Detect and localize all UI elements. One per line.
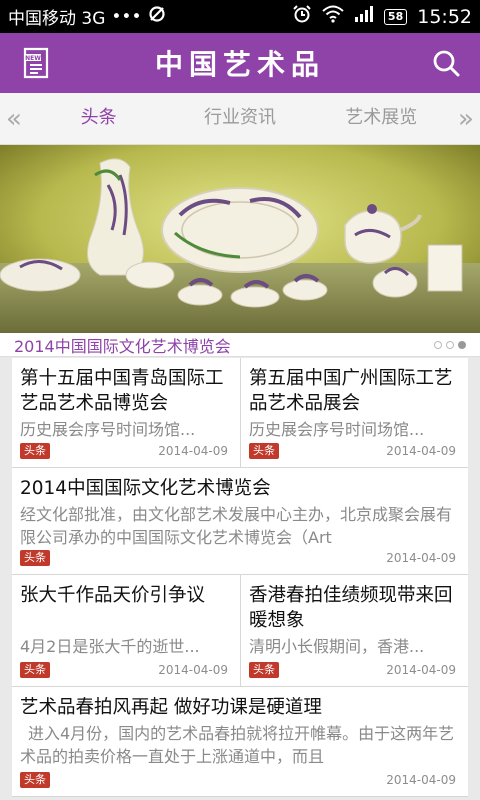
carrier-label: 中国移动 3G	[8, 9, 106, 29]
headline-tag: 头条	[20, 550, 50, 566]
headline-tag: 头条	[20, 443, 50, 459]
carousel-indicator	[434, 340, 466, 349]
tab-bar: « 头条 行业资讯 艺术展览 »	[0, 93, 480, 145]
news-card[interactable]: 第十五届中国青岛国际工艺品艺术品博览会 历史展会序号时间场馆... 头条 201…	[12, 358, 240, 467]
news-summary: 经文化部批准，由文化部艺术发展中心主办，北京成聚会展有限公司承办的中国国际文化艺…	[20, 505, 453, 547]
news-row: 张大千作品天价引争议 4月2日是张大千的逝世... 头条 2014-04-09 …	[12, 575, 468, 687]
tab-industry-news[interactable]: 行业资讯	[169, 93, 310, 145]
news-card[interactable]: 第五届中国广州国际工艺品艺术品展会 历史展会序号时间场馆... 头条 2014-…	[240, 358, 468, 467]
banner-caption-bar: 2014中国国际文化艺术博览会	[0, 333, 480, 357]
news-card[interactable]: 张大千作品天价引争议 4月2日是张大千的逝世... 头条 2014-04-09	[12, 575, 240, 686]
news-title: 香港春拍佳绩频现带来回暖想象	[249, 585, 453, 631]
news-card[interactable]: 香港春拍佳绩频现带来回暖想象 清明小长假期间，香港... 头条 2014-04-…	[240, 575, 468, 686]
new-document-icon: NEW	[23, 47, 49, 79]
new-document-button[interactable]: NEW	[16, 43, 56, 83]
search-button[interactable]	[426, 43, 466, 83]
status-bar: 中国移动 3G ••• 58 15:52	[0, 0, 480, 33]
news-date: 2014-04-09	[158, 663, 228, 677]
news-date: 2014-04-09	[386, 773, 456, 787]
news-date: 2014-04-09	[158, 444, 228, 458]
news-summary: 历史展会序号时间场馆...	[20, 420, 196, 439]
sync-icon	[148, 5, 166, 28]
news-date: 2014-04-09	[386, 444, 456, 458]
news-card[interactable]: 2014中国国际文化艺术博览会 经文化部批准，由文化部艺术发展中心主办，北京成聚…	[12, 468, 468, 574]
app-header: NEW 中国艺术品	[0, 33, 480, 93]
news-row: 艺术品春拍风再起 做好功课是硬道理 进入4月份，国内的艺术品春拍就将拉开帷幕。由…	[12, 687, 468, 797]
headline-tag: 头条	[249, 443, 279, 459]
tab-art-exhibitions[interactable]: 艺术展览	[311, 93, 452, 145]
banner-image[interactable]	[0, 145, 480, 333]
news-title: 张大千作品天价引争议	[20, 585, 206, 606]
news-list: 第十五届中国青岛国际工艺品艺术品博览会 历史展会序号时间场馆... 头条 201…	[12, 358, 468, 797]
news-card[interactable]: 艺术品春拍风再起 做好功课是硬道理 进入4月份，国内的艺术品春拍就将拉开帷幕。由…	[12, 687, 468, 796]
signal-icon	[354, 5, 374, 28]
news-row: 2014中国国际文化艺术博览会 经文化部批准，由文化部艺术发展中心主办，北京成聚…	[12, 468, 468, 575]
news-date: 2014-04-09	[386, 551, 456, 565]
tabs-scroll-right-icon[interactable]: »	[452, 93, 480, 145]
search-icon	[433, 50, 460, 77]
news-date: 2014-04-09	[386, 663, 456, 677]
carousel-dot-active[interactable]	[458, 340, 466, 349]
news-title: 第五届中国广州国际工艺品艺术品展会	[249, 368, 453, 414]
carousel-dot[interactable]	[434, 340, 442, 349]
news-summary: 进入4月份，国内的艺术品春拍就将拉开帷幕。由于这两年艺术品的拍卖价格一直处于上涨…	[20, 724, 455, 766]
news-summary: 4月2日是张大千的逝世...	[20, 637, 200, 656]
news-summary: 清明小长假期间，香港...	[249, 637, 425, 656]
news-row: 第十五届中国青岛国际工艺品艺术品博览会 历史展会序号时间场馆... 头条 201…	[12, 358, 468, 468]
porcelain-display-image	[0, 145, 480, 333]
app-title: 中国艺术品	[154, 48, 325, 81]
news-summary: 历史展会序号时间场馆...	[249, 420, 425, 439]
svg-text:NEW: NEW	[25, 55, 41, 62]
headline-tag: 头条	[20, 662, 50, 678]
tab-headlines[interactable]: 头条	[28, 93, 169, 145]
headline-tag: 头条	[20, 772, 50, 788]
alarm-icon	[292, 4, 312, 29]
tabs-scroll-left-icon[interactable]: «	[0, 93, 28, 145]
carousel-dot[interactable]	[446, 340, 454, 349]
notification-dots-icon: •••	[111, 6, 142, 27]
battery-icon: 58	[383, 8, 408, 25]
banner-caption[interactable]: 2014中国国际文化艺术博览会	[14, 333, 231, 357]
news-title: 第十五届中国青岛国际工艺品艺术品博览会	[20, 368, 224, 414]
headline-tag: 头条	[249, 662, 279, 678]
wifi-icon	[322, 5, 344, 28]
news-title: 2014中国国际文化艺术博览会	[20, 478, 271, 499]
news-title: 艺术品春拍风再起 做好功课是硬道理	[20, 697, 322, 718]
clock: 15:52	[417, 5, 472, 28]
